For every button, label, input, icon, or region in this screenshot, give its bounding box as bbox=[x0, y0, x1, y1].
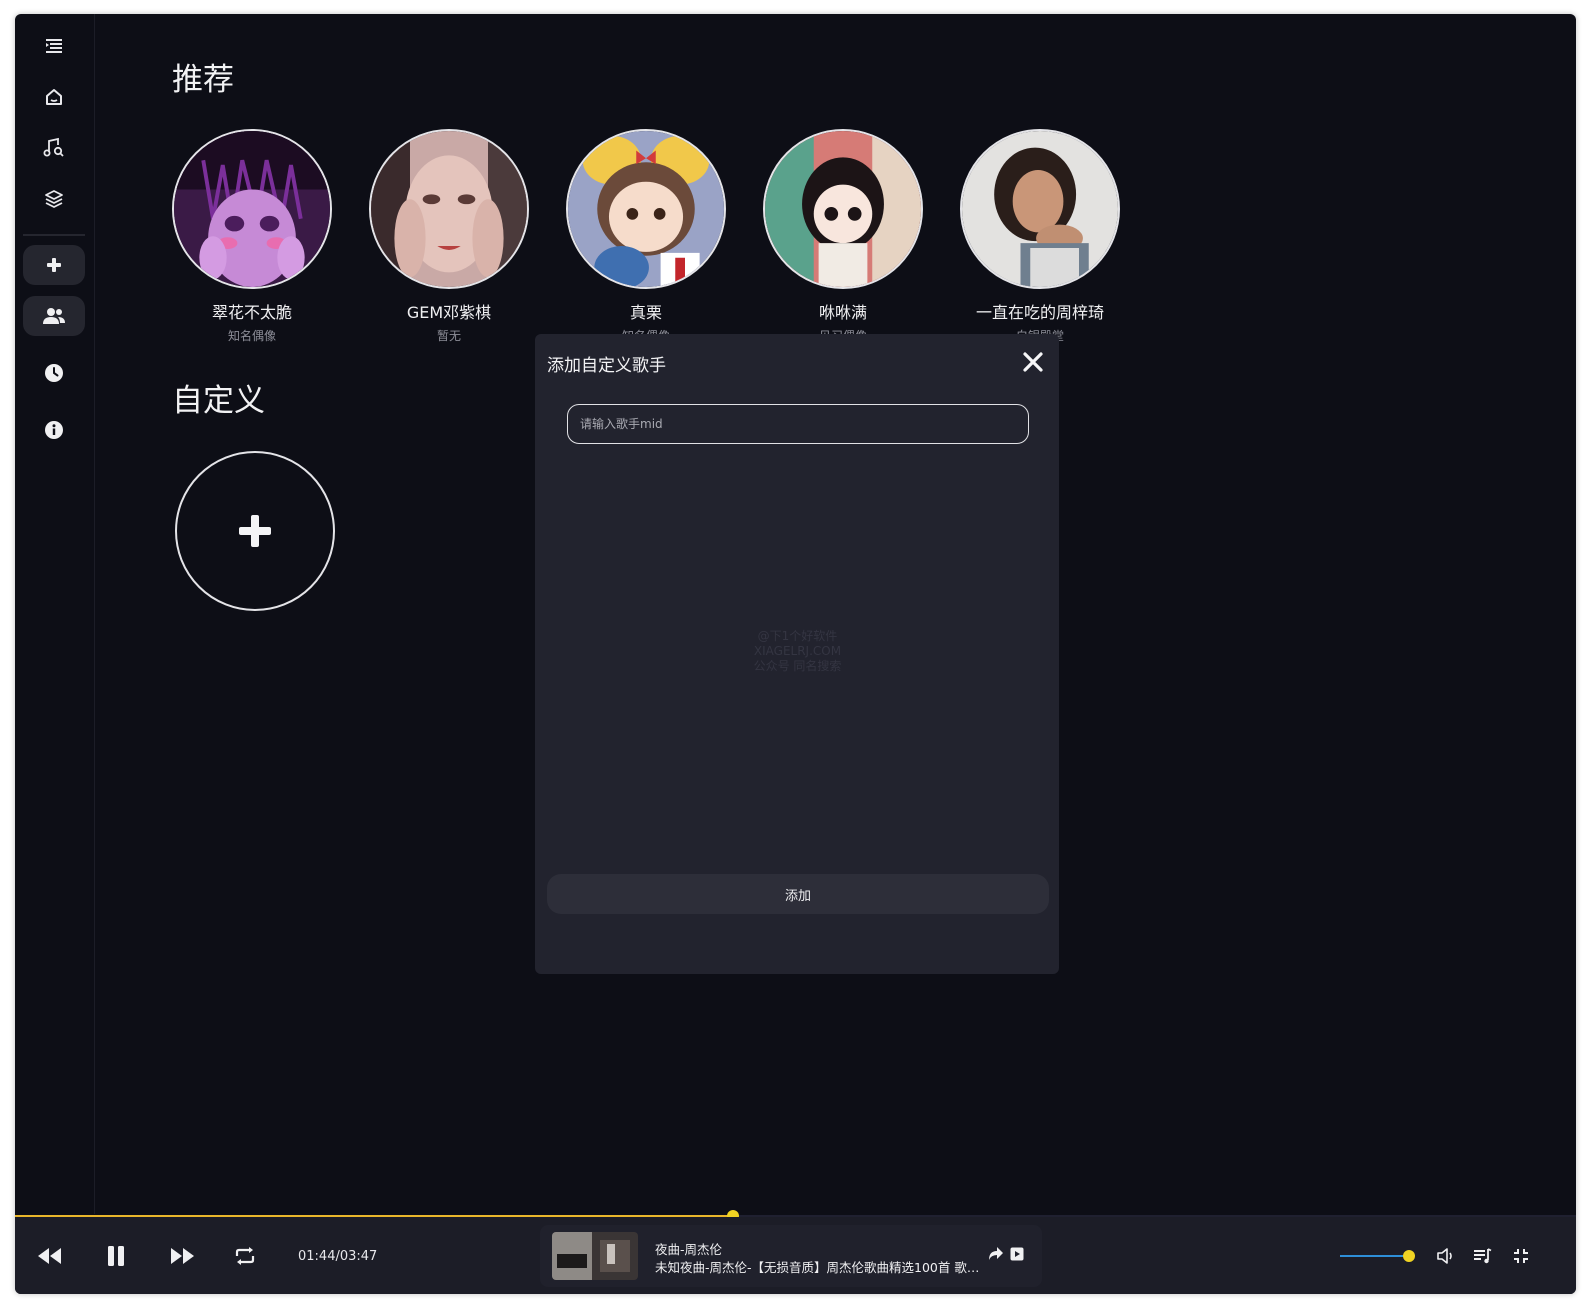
playlist-icon bbox=[1474, 1248, 1492, 1264]
artist-tag: 暂无 bbox=[436, 329, 461, 343]
sidebar-item-about[interactable] bbox=[23, 410, 85, 450]
dialog-title: 添加自定义歌手 bbox=[547, 356, 666, 376]
plus-icon bbox=[47, 258, 61, 272]
artist-card[interactable]: 一直在吃的周梓琦 白银殿堂 bbox=[960, 129, 1120, 344]
volume-handle[interactable] bbox=[1403, 1250, 1416, 1262]
song-subtitle: 未知夜曲-周杰伦-【无损音质】周杰伦歌曲精选100首 歌单 歌词 bbox=[655, 1260, 985, 1275]
playback-time: 01:44/03:47 bbox=[298, 1249, 378, 1264]
pause-icon bbox=[108, 1246, 124, 1266]
home-icon bbox=[46, 89, 62, 105]
rewind-icon bbox=[38, 1248, 61, 1264]
previous-button[interactable] bbox=[33, 1239, 67, 1273]
artist-card[interactable]: 咻咻满 见习偶像 bbox=[763, 129, 923, 344]
artist-name: GEM邓紫棋 bbox=[406, 303, 492, 322]
artist-card[interactable]: 翠花不太脆 知名偶像 bbox=[172, 129, 332, 344]
app-window: 推荐 翠花不太脆 知名偶像 GEM邓紫棋 暂无 真栗 咻咻满 一直在吃的周梓琦 … bbox=[15, 14, 1576, 1294]
sidebar-menu-button[interactable] bbox=[23, 26, 85, 66]
video-icon[interactable] bbox=[1010, 1247, 1024, 1261]
repeat-icon bbox=[235, 1247, 255, 1265]
artist-avatar bbox=[369, 129, 529, 289]
artist-avatar bbox=[763, 129, 923, 289]
menu-icon bbox=[46, 39, 62, 53]
volume-button[interactable] bbox=[1429, 1239, 1463, 1273]
artist-avatar bbox=[566, 129, 726, 289]
volume-slider[interactable] bbox=[1340, 1255, 1413, 1257]
song-title: 夜曲-周杰伦 bbox=[655, 1242, 723, 1257]
artist-tag: 知名偶像 bbox=[227, 329, 276, 343]
add-button[interactable]: 添加 bbox=[547, 874, 1049, 914]
player-bar: 01:44/03:47 夜曲-周杰伦 未知夜曲-周杰伦-【无损音质】周杰伦歌曲精… bbox=[15, 1217, 1576, 1294]
add-singer-dialog: 添加自定义歌手 @下1个好软件 XIAGELRJ.COM 公众号 同名搜索 添加 bbox=[535, 334, 1059, 974]
artist-card[interactable]: GEM邓紫棋 暂无 bbox=[369, 129, 529, 344]
share-icon[interactable] bbox=[988, 1247, 1004, 1261]
fast-forward-icon bbox=[171, 1248, 194, 1264]
watermark-line: @下1个好软件 bbox=[757, 629, 838, 643]
now-playing-card[interactable]: 夜曲-周杰伦 未知夜曲-周杰伦-【无损音质】周杰伦歌曲精选100首 歌单 歌词 bbox=[540, 1225, 1042, 1287]
next-button[interactable] bbox=[165, 1239, 199, 1273]
repeat-button[interactable] bbox=[228, 1239, 262, 1273]
sidebar-item-add[interactable] bbox=[23, 245, 85, 285]
watermark-line: 公众号 同名搜索 bbox=[753, 659, 842, 673]
sidebar-item-history[interactable] bbox=[23, 353, 85, 393]
recommend-section-title: 推荐 bbox=[172, 62, 234, 98]
close-icon bbox=[1023, 352, 1043, 372]
artist-name: 咻咻满 bbox=[818, 303, 867, 322]
custom-section-title: 自定义 bbox=[172, 383, 265, 419]
pause-button[interactable] bbox=[99, 1239, 133, 1273]
sidebar-item-music-search[interactable] bbox=[23, 128, 85, 168]
artist-avatar bbox=[172, 129, 332, 289]
exit-fullscreen-button[interactable] bbox=[1504, 1239, 1538, 1273]
sidebar-divider bbox=[23, 234, 85, 236]
artist-name: 一直在吃的周梓琦 bbox=[975, 303, 1104, 322]
artist-avatar bbox=[960, 129, 1120, 289]
music-search-icon bbox=[43, 137, 64, 157]
singer-mid-input[interactable] bbox=[567, 404, 1029, 444]
album-cover bbox=[552, 1232, 638, 1280]
info-icon bbox=[45, 421, 63, 439]
plus-icon bbox=[239, 515, 271, 547]
watermark: @下1个好软件 XIAGELRJ.COM 公众号 同名搜索 bbox=[735, 629, 860, 674]
playlist-button[interactable] bbox=[1466, 1239, 1500, 1273]
sidebar-item-singers[interactable] bbox=[23, 296, 85, 336]
add-custom-singer-button[interactable] bbox=[175, 451, 335, 611]
sidebar bbox=[15, 14, 95, 1214]
sidebar-item-home[interactable] bbox=[23, 77, 85, 117]
watermark-line: XIAGELRJ.COM bbox=[753, 644, 842, 658]
fullscreen-exit-icon bbox=[1514, 1249, 1528, 1263]
users-icon bbox=[43, 308, 65, 324]
clock-icon bbox=[45, 364, 63, 382]
sidebar-item-library[interactable] bbox=[23, 179, 85, 219]
artist-name: 翠花不太脆 bbox=[211, 303, 292, 322]
layers-icon bbox=[45, 190, 63, 208]
volume-icon bbox=[1437, 1248, 1452, 1264]
artist-card[interactable]: 真栗 知名偶像 bbox=[566, 129, 726, 344]
artist-name: 真栗 bbox=[629, 303, 662, 322]
close-button[interactable] bbox=[1019, 348, 1047, 376]
